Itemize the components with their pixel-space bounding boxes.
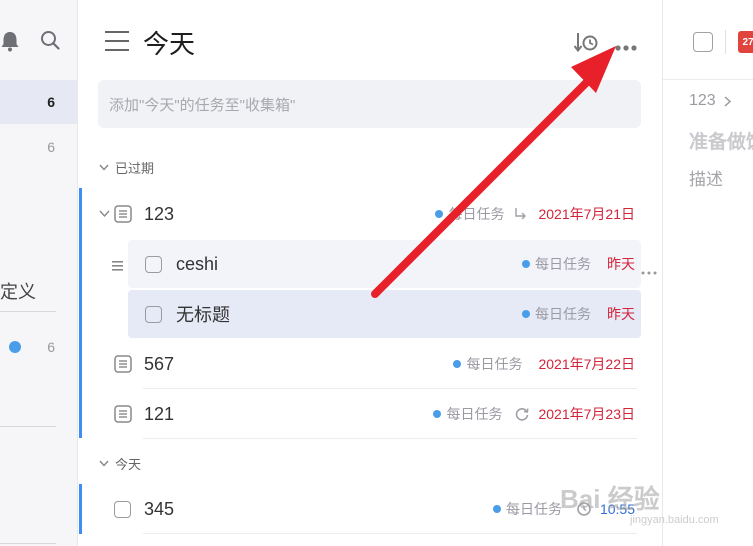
add-task-input[interactable]: 添加"今天"的任务至"收集箱": [98, 80, 641, 128]
task-name[interactable]: 567: [144, 354, 174, 375]
detail-checkbox[interactable]: [693, 32, 713, 52]
task-due-date[interactable]: 2021年7月21日: [538, 204, 635, 224]
row-more-icon[interactable]: [641, 262, 657, 280]
watermark: Bai 经验 jingyan.baidu.com: [560, 462, 740, 532]
repeat-icon: [516, 408, 530, 421]
task-name[interactable]: 无标题: [176, 301, 230, 327]
task-list-name: 每日任务: [535, 306, 591, 322]
list-color-dot: [433, 410, 442, 418]
section-title: 今天: [115, 457, 142, 472]
task-list-tag: 每日任务: [522, 304, 591, 324]
detail-task-title[interactable]: 准备做饭: [689, 127, 753, 154]
chevron-down-icon[interactable]: [99, 210, 110, 218]
add-task-placeholder: 添加"今天"的任务至"收集箱": [109, 96, 296, 114]
task-row[interactable]: 123 每日任务 2021年7月21日: [99, 189, 641, 239]
menu-icon[interactable]: [105, 30, 129, 57]
calendar-icon[interactable]: 27: [738, 31, 753, 53]
task-list-tag: 每日任务: [492, 499, 562, 519]
description-field[interactable]: 描述: [689, 165, 723, 190]
row-separator: [143, 438, 637, 439]
section-title: 已过期: [115, 161, 155, 176]
sidebar-custom-label[interactable]: 定义: [0, 278, 36, 304]
chevron-down-icon: [99, 164, 109, 171]
subtask-icon: [515, 208, 527, 220]
checklist-icon[interactable]: [114, 355, 132, 373]
task-list-name: 每日任务: [535, 256, 591, 272]
sidebar-item-next[interactable]: 6: [0, 125, 77, 169]
breadcrumb[interactable]: 123: [689, 92, 731, 110]
list-color-dot: [522, 260, 530, 268]
task-name[interactable]: ceshi: [176, 254, 218, 275]
task-name[interactable]: 345: [144, 499, 174, 520]
more-options-icon[interactable]: [615, 38, 639, 56]
watermark-text: Bai 经验: [560, 483, 660, 514]
checklist-icon[interactable]: [114, 405, 132, 423]
sidebar-divider: [0, 311, 56, 312]
selection-accent-bar: [79, 484, 82, 534]
sidebar-item-count: 6: [47, 339, 55, 355]
drag-handle-icon[interactable]: [112, 258, 123, 276]
task-list-name: 每日任务: [448, 206, 505, 222]
chevron-right-icon: [724, 95, 731, 107]
task-checkbox[interactable]: [114, 500, 131, 518]
task-name[interactable]: 121: [144, 404, 174, 425]
sidebar-item-count: 6: [47, 139, 55, 155]
search-icon[interactable]: [40, 30, 60, 55]
chevron-down-icon: [99, 460, 109, 467]
section-overdue[interactable]: 已过期: [99, 158, 154, 177]
sidebar-item-list[interactable]: 6: [0, 325, 77, 369]
task-name[interactable]: 123: [144, 204, 174, 225]
sort-by-time-icon[interactable]: [573, 31, 600, 58]
selection-accent-bar: [79, 188, 82, 438]
task-list-tag: 每日任务: [433, 404, 502, 424]
bell-icon[interactable]: [0, 30, 20, 57]
sidebar-divider: [0, 426, 56, 427]
list-header: 今天: [79, 0, 661, 80]
list-color-dot: [522, 310, 530, 318]
watermark-url: jingyan.baidu.com: [630, 514, 719, 526]
page-title: 今天: [143, 29, 196, 59]
toolbar-divider: [725, 30, 726, 54]
breadcrumb-parent[interactable]: 123: [689, 92, 716, 110]
list-color-dot: [453, 360, 462, 368]
task-row[interactable]: 121 每日任务 2021年7月23日: [114, 389, 641, 439]
task-row[interactable]: 567 每日任务 2021年7月22日: [114, 339, 641, 389]
task-list-name: 每日任务: [466, 356, 523, 372]
task-due-date[interactable]: 2021年7月23日: [538, 404, 635, 424]
detail-header-divider: [663, 79, 753, 80]
task-list-name: 每日任务: [446, 406, 503, 422]
task-due-date[interactable]: 昨天: [607, 254, 635, 274]
task-list-tag: 每日任务: [435, 204, 504, 224]
sidebar-item-today[interactable]: 6: [0, 80, 77, 124]
task-list-tag: 每日任务: [453, 354, 522, 374]
list-color-dot: [435, 210, 444, 218]
row-separator: [143, 533, 637, 534]
task-due-date[interactable]: 2021年7月22日: [538, 354, 635, 374]
task-due-date[interactable]: 昨天: [607, 304, 635, 324]
sidebar-item-count: 6: [47, 94, 55, 110]
task-list-name: 每日任务: [505, 501, 562, 517]
left-sidebar: 6 6 定义 6: [0, 0, 78, 546]
checklist-icon[interactable]: [114, 205, 132, 223]
sidebar-divider: [0, 543, 56, 544]
list-color-dot: [9, 341, 21, 353]
section-today[interactable]: 今天: [99, 454, 141, 473]
subtask-row[interactable]: ceshi 每日任务 昨天: [145, 239, 641, 289]
task-list-tag: 每日任务: [522, 254, 591, 274]
task-checkbox[interactable]: [145, 305, 162, 323]
task-checkbox[interactable]: [145, 255, 162, 273]
subtask-row[interactable]: 无标题 每日任务 昨天: [145, 289, 641, 339]
list-color-dot: [492, 505, 501, 513]
